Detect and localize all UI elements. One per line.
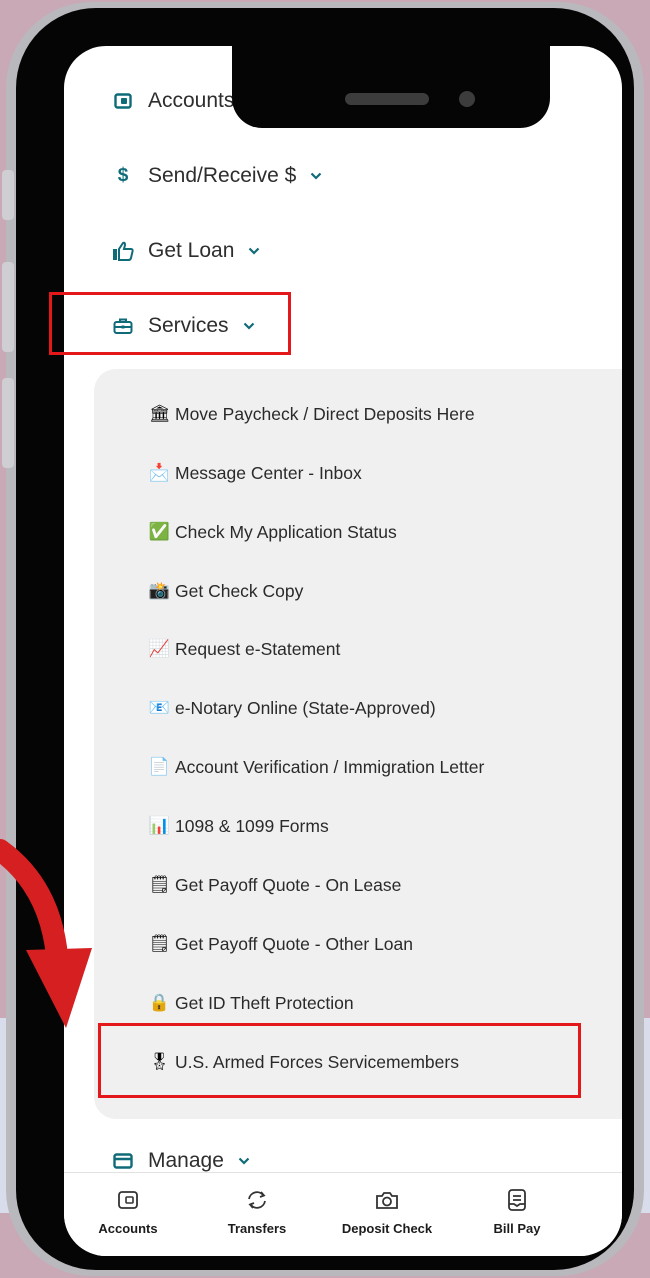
submenu-label: Get Payoff Quote - On Lease xyxy=(175,874,402,895)
camera-flash-icon: 📸 xyxy=(148,581,171,601)
submenu-label: Request e-Statement xyxy=(175,638,341,659)
phone-side-button xyxy=(2,170,14,220)
thumbs-up-icon xyxy=(110,241,136,261)
phone-side-button xyxy=(2,262,14,352)
bank-icon: 🏛 xyxy=(148,404,171,424)
bottom-tab-bar: Accounts Transfers Deposit Check Bill Pa… xyxy=(64,1172,622,1256)
armed-forces-highlight-box xyxy=(98,1023,581,1098)
email-icon: 📧 xyxy=(148,698,171,718)
phone-side-button xyxy=(2,378,14,468)
camera-icon xyxy=(375,1185,399,1215)
nav-label: Accounts xyxy=(148,89,235,112)
transfer-icon xyxy=(244,1185,270,1215)
chevron-down-icon xyxy=(310,172,322,180)
tab-label: Bill Pay xyxy=(493,1221,541,1236)
submenu-label: Message Center - Inbox xyxy=(175,462,362,483)
services-submenu: 🏛 Move Paycheck / Direct Deposits Here 📩… xyxy=(94,369,622,1119)
notepad-icon: 🗒 xyxy=(148,934,171,954)
submenu-item-check-copy[interactable]: 📸 Get Check Copy xyxy=(148,574,303,608)
chevron-down-icon xyxy=(238,1157,250,1165)
submenu-item-application-status[interactable]: ✅ Check My Application Status xyxy=(148,515,397,549)
services-highlight-box xyxy=(49,292,291,355)
tab-deposit-check[interactable]: Deposit Check xyxy=(332,1185,442,1249)
submenu-label: Get Check Copy xyxy=(175,580,304,601)
speaker-grille xyxy=(345,93,429,105)
submenu-label: Account Verification / Immigration Lette… xyxy=(175,756,485,777)
submenu-label: Get Payoff Quote - Other Loan xyxy=(175,933,414,954)
nav-item-get-loan[interactable]: Get Loan xyxy=(110,231,260,271)
submenu-label: Check My Application Status xyxy=(175,521,397,542)
nav-label: Get Loan xyxy=(148,239,235,262)
dollar-icon: $ xyxy=(117,165,129,186)
chevron-down-icon xyxy=(248,247,260,255)
phone-notch xyxy=(232,46,550,128)
submenu-item-e-statement[interactable]: 📈 Request e-Statement xyxy=(148,632,340,666)
tab-bill-pay[interactable]: Bill Pay xyxy=(462,1185,572,1249)
submenu-label: 1098 & 1099 Forms xyxy=(175,815,329,836)
bar-chart-icon: 📊 xyxy=(148,816,171,836)
tab-transfers[interactable]: Transfers xyxy=(202,1185,312,1249)
submenu-item-tax-forms[interactable]: 📊 1098 & 1099 Forms xyxy=(148,809,329,843)
submenu-item-message-center[interactable]: 📩 Message Center - Inbox xyxy=(148,456,362,490)
lock-icon: 🔒 xyxy=(148,993,171,1013)
submenu-item-payoff-other-loan[interactable]: 🗒 Get Payoff Quote - Other Loan xyxy=(148,927,413,961)
wallet-icon xyxy=(117,1185,139,1215)
submenu-item-e-notary[interactable]: 📧 e-Notary Online (State-Approved) xyxy=(148,691,436,725)
submenu-label: Get ID Theft Protection xyxy=(175,992,354,1013)
tab-accounts[interactable]: Accounts xyxy=(73,1185,183,1249)
submenu-item-direct-deposit[interactable]: 🏛 Move Paycheck / Direct Deposits Here xyxy=(148,397,475,431)
document-icon: 📄 xyxy=(148,757,171,777)
submenu-label: e-Notary Online (State-Approved) xyxy=(175,697,436,718)
nav-label: Send/Receive $ xyxy=(148,164,297,187)
annotation-arrow xyxy=(0,839,92,1028)
submenu-item-id-theft[interactable]: 🔒 Get ID Theft Protection xyxy=(148,986,354,1020)
card-icon xyxy=(110,1153,136,1169)
tab-label: Deposit Check xyxy=(341,1221,433,1236)
front-camera xyxy=(459,91,475,107)
notepad-icon: 🗒 xyxy=(148,875,171,895)
inbox-icon: 📩 xyxy=(148,463,171,483)
check-mark-icon: ✅ xyxy=(148,522,171,542)
tab-label: Accounts xyxy=(98,1221,158,1236)
submenu-item-account-verification[interactable]: 📄 Account Verification / Immigration Let… xyxy=(148,750,484,784)
nav-item-send-receive[interactable]: $ Send/Receive $ xyxy=(110,156,322,196)
tab-label: Transfers xyxy=(227,1221,287,1236)
nav-label: Manage xyxy=(148,1149,224,1172)
wallet-icon xyxy=(110,93,136,109)
bill-icon xyxy=(506,1185,528,1215)
submenu-label: Move Paycheck / Direct Deposits Here xyxy=(175,403,475,424)
submenu-item-payoff-lease[interactable]: 🗒 Get Payoff Quote - On Lease xyxy=(148,868,402,902)
chart-up-icon: 📈 xyxy=(148,639,171,659)
